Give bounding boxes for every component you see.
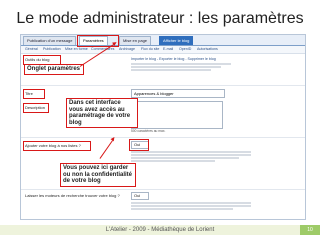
annotation-interface: Dans cet interface vous avez accès au pa… (66, 98, 138, 128)
footer-text: L'Atelier - 2009 - Médiathèque de Lorien… (105, 227, 215, 233)
tab-publication[interactable]: Publication d'un message (23, 36, 77, 45)
listing-help-text (131, 150, 251, 163)
blogger-settings-screenshot: Publication d'un message Paramètres Mise… (20, 34, 306, 220)
slide-title: Le mode administrateur : les paramètres (16, 10, 304, 27)
subnav-general[interactable]: Général (25, 47, 38, 51)
annotation-onglet: Onglet paramètres (24, 64, 84, 75)
subnav-flux[interactable]: Flux du site (141, 47, 159, 51)
subnav-openid[interactable]: OpenID (179, 47, 191, 51)
tab-mise-en-page[interactable]: Mise en page (119, 36, 152, 45)
subnav: Général Publication Mise en forme Commen… (21, 46, 305, 54)
row-divider (21, 137, 305, 138)
tab-afficher-blog[interactable]: Afficher le blog (159, 36, 194, 45)
outils-help-text (131, 62, 231, 72)
row-divider (21, 189, 305, 190)
row-label-moteurs: Laisser les moteurs de recherche trouver… (25, 193, 120, 198)
subnav-mise-en-forme[interactable]: Mise en forme (65, 47, 88, 51)
description-textarea[interactable] (131, 101, 223, 129)
subnav-email[interactable]: E-mail (163, 47, 173, 51)
page-number: 10 (307, 227, 313, 233)
title-input[interactable]: Apparences & blogger (131, 89, 225, 98)
subnav-autorisations[interactable]: Autorisations (197, 47, 218, 51)
highlight-ajouter (23, 141, 91, 151)
annotation-confidentialite: Vous pouvez ici garder ou non la confide… (60, 163, 136, 187)
description-counter: 500 caractères au max. (131, 129, 166, 133)
tab-bar: Publication d'un message Paramètres Mise… (21, 35, 305, 46)
subnav-archivage[interactable]: Archivage (119, 47, 135, 51)
search-engine-select[interactable]: Oui (131, 192, 149, 200)
subnav-publication[interactable]: Publication (43, 47, 61, 51)
highlight-titre (23, 89, 45, 99)
outils-links[interactable]: Importer le blog - Exporter le blog - Su… (131, 57, 216, 61)
highlight-description (23, 103, 49, 113)
search-help-text (131, 201, 251, 211)
row-divider (21, 85, 305, 86)
highlight-select (129, 139, 149, 151)
